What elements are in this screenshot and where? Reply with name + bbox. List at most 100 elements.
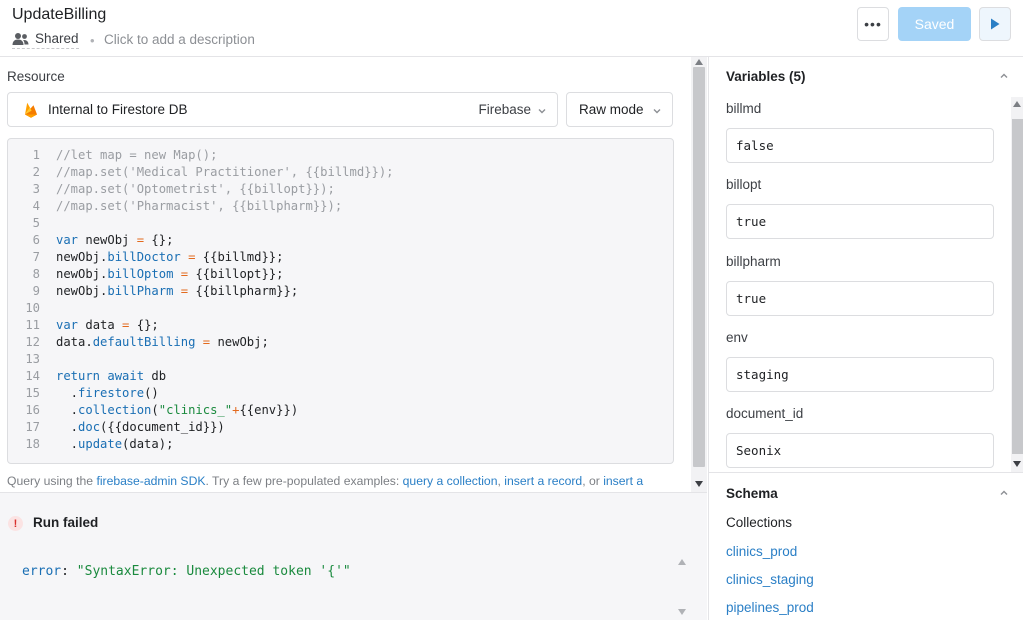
line-number: 6 xyxy=(32,233,40,247)
results-console: ! Run failed error: "SyntaxError: Unexpe… xyxy=(0,492,707,620)
line-number: 5 xyxy=(32,216,40,230)
code-line[interactable]: 17 .doc({{document_id}}) xyxy=(8,419,673,436)
helper-sep: , or xyxy=(582,474,604,488)
variables-panel: Variables (5) billmd false billopt true bill… xyxy=(708,57,1023,620)
line-number: 13 xyxy=(25,352,40,366)
run-button[interactable] xyxy=(979,7,1011,41)
users-icon xyxy=(12,32,29,46)
mode-label: Raw mode xyxy=(579,102,644,117)
query-editor-pane: Resource Internal to Firestore DB Fireba… xyxy=(0,57,691,492)
schema-title[interactable]: Schema xyxy=(726,486,778,501)
line-code: return await db xyxy=(56,369,167,383)
scroll-up-icon[interactable] xyxy=(1013,101,1021,107)
insert-record-link[interactable]: insert a record xyxy=(504,474,582,488)
code-line[interactable]: 7 newObj.billDoctor = {{billmd}}; xyxy=(8,249,673,266)
line-code: newObj.billPharm = {{billpharm}}; xyxy=(56,284,299,298)
line-code: var newObj = {}; xyxy=(56,233,174,247)
saved-button[interactable]: Saved xyxy=(898,7,971,41)
code-line[interactable]: 16 .collection("clinics_"+{{env}}) xyxy=(8,402,673,419)
line-number: 8 xyxy=(32,267,40,281)
line-number: 7 xyxy=(32,250,40,264)
scroll-up-icon[interactable] xyxy=(678,559,686,565)
scroll-down-icon[interactable] xyxy=(678,609,686,615)
variables-title[interactable]: Variables (5) xyxy=(726,69,806,84)
query-title[interactable]: UpdateBilling xyxy=(12,6,106,24)
line-number: 14 xyxy=(25,369,40,383)
helper-text: Query using the firebase-admin SDK. Try … xyxy=(7,474,643,488)
code-line[interactable]: 15 .firestore() xyxy=(8,385,673,402)
line-code: //map.set('Medical Practitioner', {{bill… xyxy=(56,165,394,179)
code-editor[interactable]: 1 //let map = new Map(); 2 //map.set('Medic… xyxy=(7,138,674,464)
scroll-up-icon[interactable] xyxy=(695,59,703,65)
error-colon: : xyxy=(61,564,77,579)
scrollbar-thumb[interactable] xyxy=(1012,119,1023,454)
code-line[interactable]: 10 xyxy=(8,300,673,317)
line-number: 15 xyxy=(25,386,40,400)
error-key: error xyxy=(22,564,62,579)
resource-label: Resource xyxy=(7,69,65,84)
error-output: error: "SyntaxError: Unexpected token '{… xyxy=(22,564,351,579)
code-line[interactable]: 4 //map.set('Pharmacist', {{billpharm}}); xyxy=(8,198,673,215)
variable-input-document-id[interactable]: Seonix xyxy=(726,433,994,469)
more-actions-button[interactable]: ••• xyxy=(857,7,889,41)
resource-name: Internal to Firestore DB xyxy=(48,102,188,117)
variables-scrollbar[interactable] xyxy=(1011,97,1023,472)
editor-scrollbar[interactable] xyxy=(691,57,707,492)
code-line[interactable]: 3 //map.set('Optometrist', {{billopt}}); xyxy=(8,181,673,198)
play-icon xyxy=(991,18,1000,30)
variable-input-billmd[interactable]: false xyxy=(726,128,994,163)
variable-label: document_id xyxy=(726,406,804,422)
line-code: .collection("clinics_"+{{env}}) xyxy=(56,403,299,417)
firebase-sdk-link[interactable]: firebase-admin SDK xyxy=(96,474,205,488)
variable-input-billpharm[interactable]: true xyxy=(726,280,994,316)
collection-link[interactable]: clinics_prod xyxy=(726,544,797,559)
code-line[interactable]: 14 return await db xyxy=(8,368,673,385)
line-number: 3 xyxy=(32,182,40,196)
scroll-down-icon[interactable] xyxy=(695,481,703,487)
chevron-up-icon[interactable] xyxy=(999,71,1009,81)
variable-input-billopt[interactable]: true xyxy=(726,204,994,240)
code-line[interactable]: 1 //let map = new Map(); xyxy=(8,147,673,164)
shared-label: Shared xyxy=(35,31,79,46)
mode-select[interactable]: Raw mode xyxy=(566,92,673,127)
code-line[interactable]: 18 .update(data); xyxy=(8,436,673,453)
firebase-icon xyxy=(25,102,37,118)
divider xyxy=(709,472,1023,473)
chevron-down-icon xyxy=(653,109,661,114)
line-number: 18 xyxy=(25,437,40,451)
query-collection-link[interactable]: query a collection xyxy=(403,474,498,488)
line-number: 11 xyxy=(25,318,40,332)
code-line[interactable]: 6 var newObj = {}; xyxy=(8,232,673,249)
line-code: .firestore() xyxy=(56,386,159,400)
code-line[interactable]: 9 newObj.billPharm = {{billpharm}}; xyxy=(8,283,673,300)
code-line[interactable]: 13 xyxy=(8,351,673,368)
code-line[interactable]: 11 var data = {}; xyxy=(8,317,673,334)
resource-select[interactable]: Internal to Firestore DB Firebase xyxy=(7,92,558,127)
run-status: Run failed xyxy=(33,515,99,530)
more-icon: ••• xyxy=(864,16,882,32)
code-line[interactable]: 5 xyxy=(8,215,673,232)
code-line[interactable]: 12 data.defaultBilling = newObj; xyxy=(8,334,673,351)
shared-toggle[interactable]: Shared xyxy=(12,31,79,49)
console-scrollbar[interactable] xyxy=(675,557,689,619)
collection-link[interactable]: clinics_staging xyxy=(726,572,814,587)
scroll-down-icon[interactable] xyxy=(1013,461,1021,467)
error-value: "SyntaxError: Unexpected token '{'" xyxy=(76,564,351,579)
code-line[interactable]: 2 //map.set('Medical Practitioner', {{bil… xyxy=(8,164,673,181)
description-field[interactable]: Click to add a description xyxy=(104,32,255,47)
line-code: //let map = new Map(); xyxy=(56,148,218,162)
scrollbar-thumb[interactable] xyxy=(693,67,705,467)
chevron-up-icon[interactable] xyxy=(999,488,1009,498)
variable-input-env[interactable]: staging xyxy=(726,356,994,392)
line-code: //map.set('Optometrist', {{billopt}}); xyxy=(56,182,335,196)
variable-label: billpharm xyxy=(726,253,781,269)
line-code: //map.set('Pharmacist', {{billpharm}}); xyxy=(56,199,343,213)
line-code: newObj.billDoctor = {{billmd}}; xyxy=(56,250,284,264)
collection-link[interactable]: pipelines_prod xyxy=(726,600,814,615)
insert-link[interactable]: insert a xyxy=(603,474,643,488)
variable-label: billmd xyxy=(726,101,762,116)
line-number: 12 xyxy=(25,335,40,349)
variable-label: billopt xyxy=(726,177,762,193)
code-line[interactable]: 8 newObj.billOptom = {{billopt}}; xyxy=(8,266,673,283)
line-number: 1 xyxy=(32,148,40,162)
